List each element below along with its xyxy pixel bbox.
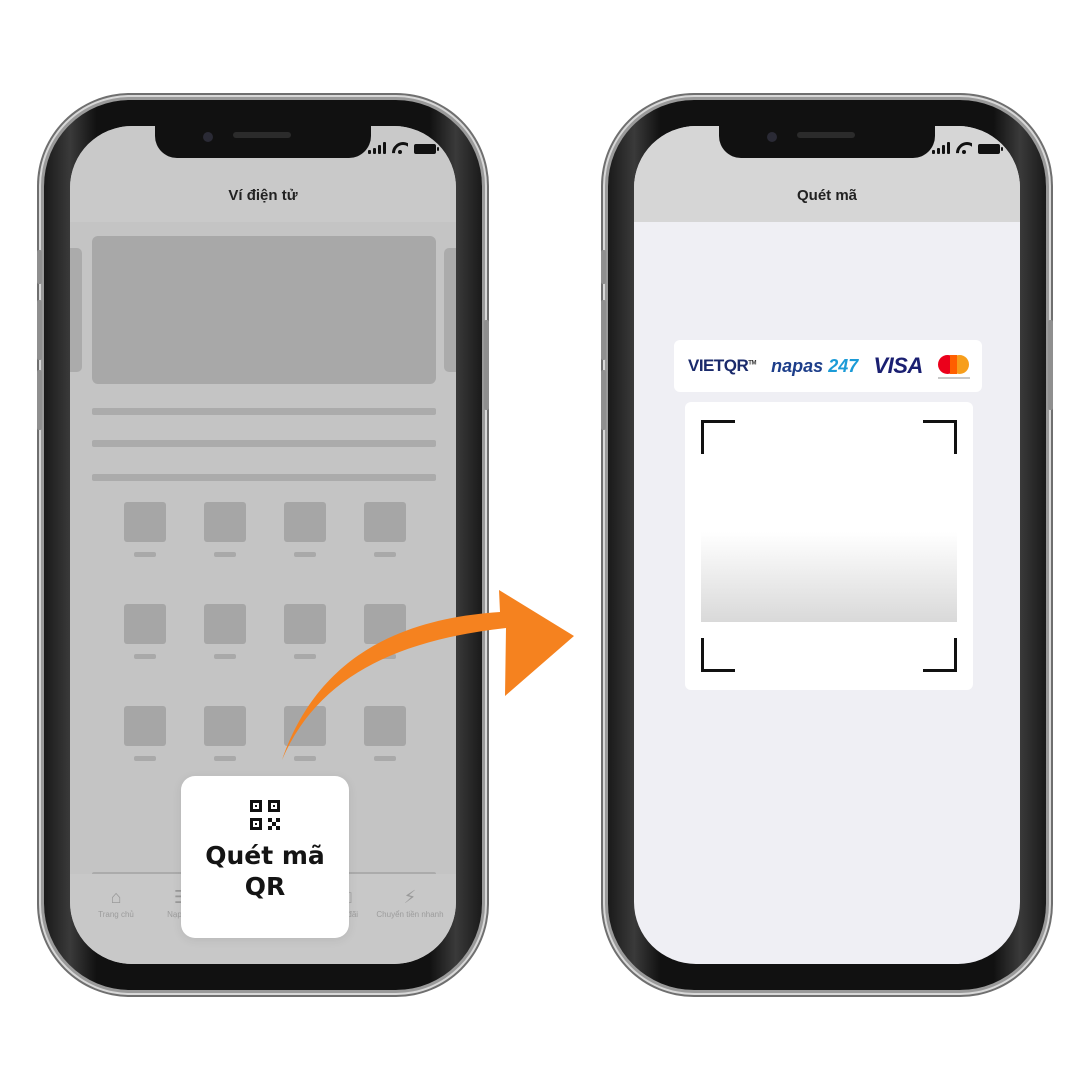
volume-down-button	[601, 370, 606, 430]
vietqr-tm: TM	[748, 360, 756, 367]
tab-home[interactable]: ⌂ Trang chủ	[78, 888, 154, 920]
page-title: Ví điện tử	[228, 187, 298, 204]
napas-logo: napas 247	[771, 356, 858, 377]
promo-banner[interactable]	[92, 236, 436, 384]
service-tile[interactable]	[364, 604, 406, 659]
tab-label: Chuyển tiền nhanh	[376, 910, 444, 919]
viewfinder-corner	[701, 420, 735, 454]
placeholder-line	[92, 474, 436, 481]
service-tile[interactable]	[124, 706, 166, 761]
mastercard-logo	[937, 353, 970, 379]
phone-scanner: Quét mã VIETQRTM napas 247 VISA	[601, 100, 1053, 990]
service-tile[interactable]	[124, 604, 166, 659]
qr-code-icon	[250, 800, 280, 830]
volume-up-button	[37, 300, 42, 360]
scan-line	[701, 532, 957, 622]
page-title: Quét mã	[796, 187, 857, 204]
power-button	[484, 320, 489, 410]
tab-label: Trang chủ	[98, 910, 134, 919]
viewfinder-corner	[923, 638, 957, 672]
tab-fast-transfer[interactable]: ⚡ Chuyển tiền nhanh	[372, 888, 448, 920]
service-tile[interactable]	[364, 502, 406, 557]
mute-switch	[601, 250, 606, 284]
notch	[155, 126, 371, 158]
status-bar	[932, 138, 1003, 154]
vietqr-logo: VIETQRTM	[688, 356, 756, 376]
napas-247-text: 247	[828, 355, 859, 376]
visa-logo: VISA	[873, 353, 923, 378]
payment-brands: VIETQRTM napas 247 VISA	[674, 340, 982, 392]
service-grid	[124, 502, 408, 761]
battery-icon	[414, 144, 439, 154]
service-tile[interactable]	[364, 706, 406, 761]
service-tile[interactable]	[284, 706, 326, 761]
notch	[719, 126, 935, 158]
signal-icon	[932, 142, 950, 154]
napas-text: napas	[771, 355, 824, 376]
service-tile[interactable]	[204, 604, 246, 659]
status-bar	[368, 138, 439, 154]
scanner-screen: Quét mã VIETQRTM napas 247 VISA	[634, 126, 1020, 964]
qr-scanner-viewfinder[interactable]	[685, 402, 973, 690]
placeholder-line	[92, 408, 436, 415]
battery-icon	[978, 144, 1003, 154]
scan-qr-button[interactable]: Quét mã QR	[181, 776, 349, 938]
banner-prev[interactable]	[70, 248, 82, 372]
viewfinder-corner	[923, 420, 957, 454]
placeholder-line	[92, 440, 436, 447]
vietqr-text: VIETQR	[688, 356, 749, 375]
service-tile[interactable]	[284, 604, 326, 659]
wifi-icon	[956, 142, 972, 154]
power-button	[1048, 320, 1053, 410]
service-tile[interactable]	[124, 502, 166, 557]
volume-down-button	[37, 370, 42, 430]
service-tile[interactable]	[204, 706, 246, 761]
banner-next[interactable]	[444, 248, 456, 372]
home-icon: ⌂	[110, 887, 122, 907]
mute-switch	[37, 250, 42, 284]
viewfinder-corner	[701, 638, 735, 672]
flash-icon: ⚡	[403, 887, 417, 907]
service-tile[interactable]	[204, 502, 246, 557]
signal-icon	[368, 142, 386, 154]
wifi-icon	[392, 142, 408, 154]
volume-up-button	[601, 300, 606, 360]
service-tile[interactable]	[284, 502, 326, 557]
scan-qr-label: Quét mã QR	[205, 841, 325, 901]
